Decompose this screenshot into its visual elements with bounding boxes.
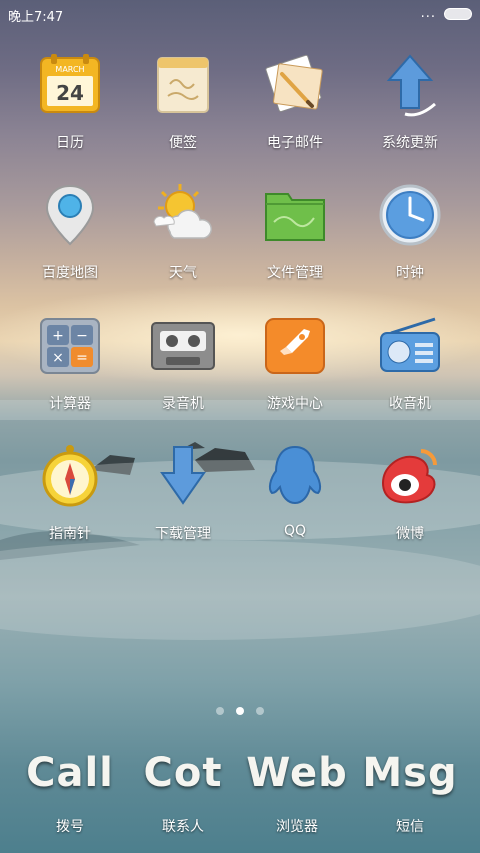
app-label: 电子邮件 bbox=[267, 135, 323, 151]
app-label: 指南针 bbox=[49, 526, 91, 542]
dock-messages[interactable]: Msg 短信 bbox=[350, 750, 470, 836]
status-overflow-dots: ... bbox=[420, 6, 436, 21]
dock-call[interactable]: Call 拨号 bbox=[10, 750, 130, 836]
dock-label: 联系人 bbox=[162, 819, 204, 835]
dock-call-icon: Call bbox=[26, 750, 114, 796]
app-label: 文件管理 bbox=[267, 265, 323, 281]
page-dot-1[interactable] bbox=[216, 707, 224, 715]
dock-browser[interactable]: Web 浏览器 bbox=[237, 750, 357, 836]
dock-label: 拨号 bbox=[56, 819, 84, 835]
app-label: 系统更新 bbox=[382, 135, 438, 151]
app-label: 天气 bbox=[169, 265, 197, 281]
app-radio[interactable]: 收音机 bbox=[355, 313, 465, 433]
app-calendar[interactable]: MARCH 24 日历 bbox=[15, 52, 125, 172]
qq-penguin-icon bbox=[268, 445, 322, 505]
clock-icon bbox=[379, 184, 441, 246]
dock-label: 短信 bbox=[396, 819, 424, 835]
app-qq[interactable]: QQ bbox=[240, 443, 350, 563]
weather-icon bbox=[153, 184, 212, 239]
app-compass[interactable]: 指南针 bbox=[15, 443, 125, 563]
cassette-icon bbox=[151, 322, 215, 370]
svg-text:=: = bbox=[76, 350, 88, 366]
notes-icon bbox=[157, 57, 209, 113]
app-label: 收音机 bbox=[389, 396, 431, 412]
app-label: 百度地图 bbox=[42, 265, 98, 281]
folder-icon bbox=[265, 193, 325, 241]
status-bar: 晚上7:47 ... bbox=[0, 0, 480, 28]
download-arrow-icon bbox=[160, 446, 206, 505]
map-pin-icon bbox=[45, 184, 95, 246]
calculator-icon: + − × = bbox=[40, 318, 100, 374]
weibo-icon bbox=[381, 449, 437, 504]
dock-label: 浏览器 bbox=[276, 819, 318, 835]
compass-icon bbox=[42, 445, 98, 507]
battery-icon bbox=[444, 8, 472, 20]
app-label: 录音机 bbox=[162, 396, 204, 412]
page-indicator[interactable] bbox=[0, 700, 480, 715]
app-weather[interactable]: 天气 bbox=[128, 182, 238, 302]
svg-text:−: − bbox=[76, 328, 88, 344]
app-download-manager[interactable]: 下载管理 bbox=[128, 443, 238, 563]
app-label: 日历 bbox=[56, 135, 84, 151]
app-clock[interactable]: 时钟 bbox=[355, 182, 465, 302]
calendar-month: MARCH bbox=[55, 65, 84, 74]
dock-messages-icon: Msg bbox=[362, 750, 458, 796]
app-email[interactable]: 电子邮件 bbox=[240, 52, 350, 172]
app-label: 游戏中心 bbox=[267, 396, 323, 412]
email-icon bbox=[265, 54, 323, 113]
app-label: QQ bbox=[283, 523, 307, 539]
app-notes[interactable]: 便签 bbox=[128, 52, 238, 172]
radio-icon bbox=[380, 317, 440, 372]
app-label: 计算器 bbox=[49, 396, 91, 412]
app-label: 下载管理 bbox=[155, 526, 211, 542]
app-file-manager[interactable]: 文件管理 bbox=[240, 182, 350, 302]
app-weibo[interactable]: 微博 bbox=[355, 443, 465, 563]
app-recorder[interactable]: 录音机 bbox=[128, 313, 238, 433]
svg-text:×: × bbox=[52, 350, 64, 366]
dock-browser-icon: Web bbox=[246, 750, 348, 796]
svg-text:+: + bbox=[52, 328, 64, 344]
dock: Call 拨号 Cot 联系人 Web 浏览器 Msg 短信 bbox=[0, 750, 480, 850]
rocket-icon bbox=[265, 318, 325, 374]
app-baidu-map[interactable]: 百度地图 bbox=[15, 182, 125, 302]
app-label: 时钟 bbox=[396, 265, 424, 281]
calendar-icon: MARCH 24 bbox=[40, 54, 100, 113]
app-label: 微博 bbox=[396, 526, 424, 542]
app-label: 便签 bbox=[169, 135, 197, 151]
page-dot-3[interactable] bbox=[256, 707, 264, 715]
app-calculator[interactable]: + − × = 计算器 bbox=[15, 313, 125, 433]
update-arrow-icon bbox=[386, 54, 436, 117]
app-system-update[interactable]: 系统更新 bbox=[355, 52, 465, 172]
dock-contacts-icon: Cot bbox=[143, 750, 223, 796]
calendar-day: 24 bbox=[56, 81, 84, 105]
app-game-center[interactable]: 游戏中心 bbox=[240, 313, 350, 433]
status-time: 晚上7:47 bbox=[8, 10, 64, 25]
page-dot-2[interactable] bbox=[236, 707, 244, 715]
dock-contacts[interactable]: Cot 联系人 bbox=[123, 750, 243, 836]
